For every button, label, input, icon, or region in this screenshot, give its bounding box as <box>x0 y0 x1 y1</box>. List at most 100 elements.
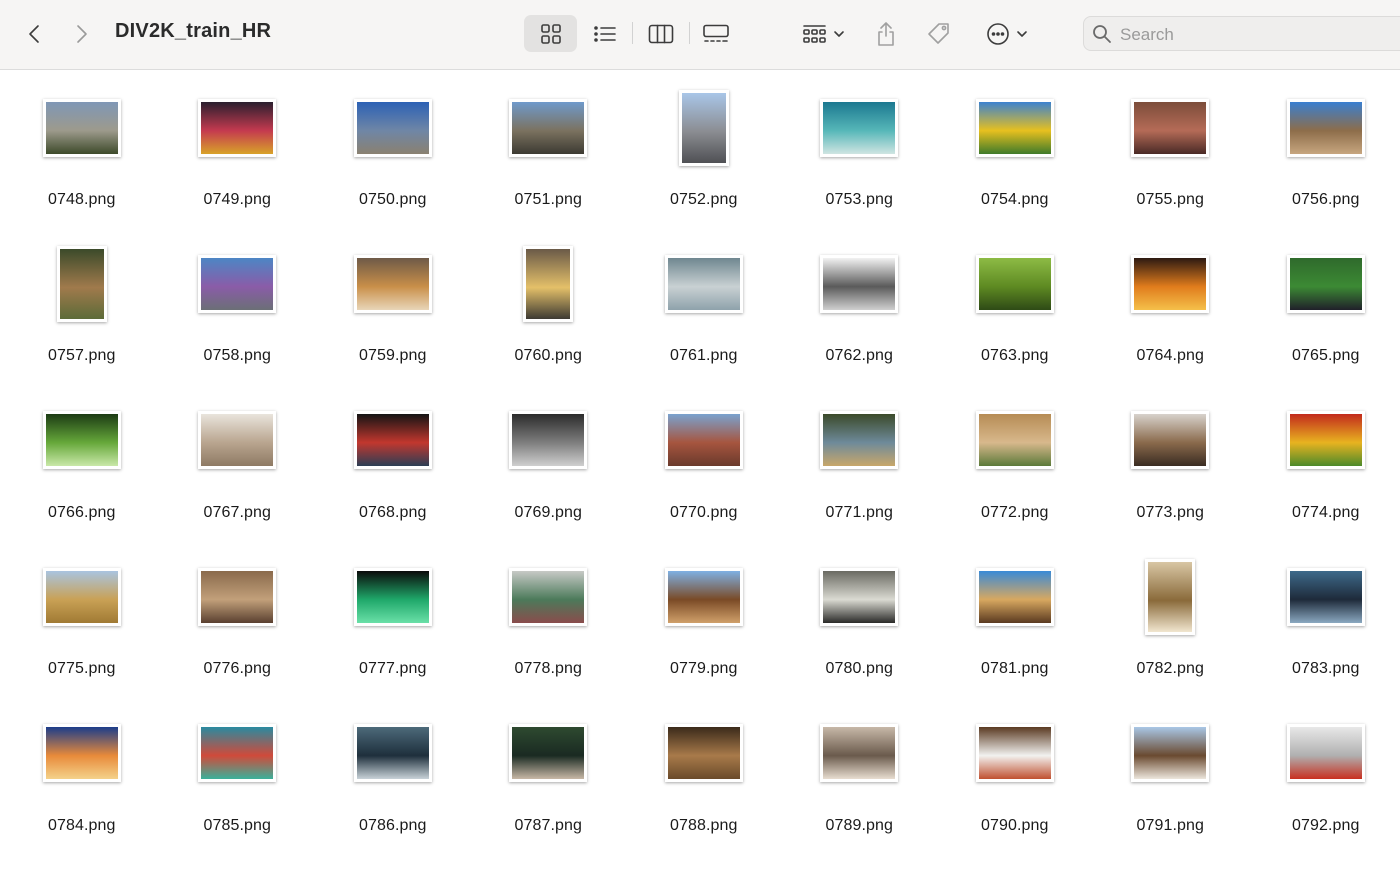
file-item[interactable]: 0757.png <box>4 226 160 382</box>
search-field[interactable] <box>1083 16 1400 52</box>
back-button[interactable] <box>18 18 50 50</box>
file-name-label[interactable]: 0758.png <box>203 347 271 365</box>
file-name-label[interactable]: 0773.png <box>1136 504 1204 522</box>
file-thumbnail[interactable] <box>1286 567 1365 626</box>
file-thumbnail[interactable] <box>1131 254 1210 313</box>
file-thumbnail[interactable] <box>1145 558 1196 635</box>
file-item[interactable]: 0786.png <box>315 696 471 852</box>
file-thumbnail[interactable] <box>509 98 588 157</box>
file-item[interactable]: 0790.png <box>937 696 1093 852</box>
file-item[interactable]: 0780.png <box>782 539 938 695</box>
forward-button[interactable] <box>66 18 98 50</box>
file-name-label[interactable]: 0762.png <box>825 347 893 365</box>
file-name-label[interactable]: 0790.png <box>981 817 1049 835</box>
file-item[interactable]: 0751.png <box>471 70 627 226</box>
file-thumbnail[interactable] <box>1286 98 1365 157</box>
file-name-label[interactable]: 0783.png <box>1292 660 1360 678</box>
file-item[interactable]: 0762.png <box>782 226 938 382</box>
file-name-label[interactable]: 0759.png <box>359 347 427 365</box>
file-name-label[interactable]: 0792.png <box>1292 817 1360 835</box>
file-name-label[interactable]: 0766.png <box>48 504 116 522</box>
file-name-label[interactable]: 0784.png <box>48 817 116 835</box>
file-thumbnail[interactable] <box>509 567 588 626</box>
file-thumbnail[interactable] <box>1131 724 1210 783</box>
file-name-label[interactable]: 0754.png <box>981 191 1049 209</box>
file-name-label[interactable]: 0775.png <box>48 660 116 678</box>
file-item[interactable]: 0776.png <box>160 539 316 695</box>
file-name-label[interactable]: 0770.png <box>670 504 738 522</box>
file-name-label[interactable]: 0769.png <box>514 504 582 522</box>
file-name-label[interactable]: 0786.png <box>359 817 427 835</box>
file-item[interactable]: 0759.png <box>315 226 471 382</box>
file-name-label[interactable]: 0763.png <box>981 347 1049 365</box>
file-item[interactable]: 0749.png <box>160 70 316 226</box>
file-thumbnail[interactable] <box>664 254 743 313</box>
file-thumbnail[interactable] <box>664 724 743 783</box>
file-thumbnail[interactable] <box>975 567 1054 626</box>
file-name-label[interactable]: 0751.png <box>514 191 582 209</box>
file-thumbnail[interactable] <box>975 724 1054 783</box>
file-item[interactable]: 0758.png <box>160 226 316 382</box>
file-name-label[interactable]: 0779.png <box>670 660 738 678</box>
file-thumbnail[interactable] <box>820 567 899 626</box>
file-item[interactable]: 0763.png <box>937 226 1093 382</box>
file-name-label[interactable]: 0764.png <box>1136 347 1204 365</box>
file-name-label[interactable]: 0782.png <box>1136 660 1204 678</box>
file-name-label[interactable]: 0787.png <box>514 817 582 835</box>
file-thumbnail[interactable] <box>1286 724 1365 783</box>
file-thumbnail[interactable] <box>820 254 899 313</box>
file-item[interactable]: 0778.png <box>471 539 627 695</box>
file-item[interactable]: 0748.png <box>4 70 160 226</box>
file-name-label[interactable]: 0752.png <box>670 191 738 209</box>
file-name-label[interactable]: 0767.png <box>203 504 271 522</box>
file-thumbnail[interactable] <box>198 724 277 783</box>
file-thumbnail[interactable] <box>42 98 121 157</box>
file-thumbnail[interactable] <box>678 89 729 166</box>
file-item[interactable]: 0750.png <box>315 70 471 226</box>
file-item[interactable]: 0768.png <box>315 383 471 539</box>
file-item[interactable]: 0756.png <box>1248 70 1400 226</box>
file-item[interactable]: 0769.png <box>471 383 627 539</box>
icon-view-button[interactable] <box>524 15 577 52</box>
file-name-label[interactable]: 0781.png <box>981 660 1049 678</box>
file-thumbnail[interactable] <box>975 98 1054 157</box>
file-thumbnail[interactable] <box>975 254 1054 313</box>
share-button[interactable] <box>870 15 902 52</box>
file-thumbnail[interactable] <box>509 724 588 783</box>
file-thumbnail[interactable] <box>42 724 121 783</box>
file-name-label[interactable]: 0780.png <box>825 660 893 678</box>
file-name-label[interactable]: 0760.png <box>514 347 582 365</box>
file-name-label[interactable]: 0756.png <box>1292 191 1360 209</box>
file-item[interactable]: 0777.png <box>315 539 471 695</box>
file-item[interactable]: 0784.png <box>4 696 160 852</box>
file-item[interactable]: 0792.png <box>1248 696 1400 852</box>
file-thumbnail[interactable] <box>353 98 432 157</box>
file-name-label[interactable]: 0785.png <box>203 817 271 835</box>
file-item[interactable]: 0766.png <box>4 383 160 539</box>
file-name-label[interactable]: 0757.png <box>48 347 116 365</box>
file-thumbnail[interactable] <box>42 411 121 470</box>
file-item[interactable]: 0787.png <box>471 696 627 852</box>
file-thumbnail[interactable] <box>1286 254 1365 313</box>
gallery-view-button[interactable] <box>694 15 738 52</box>
file-name-label[interactable]: 0788.png <box>670 817 738 835</box>
group-by-button[interactable] <box>793 15 853 52</box>
file-name-label[interactable]: 0778.png <box>514 660 582 678</box>
file-thumbnail[interactable] <box>198 567 277 626</box>
file-thumbnail[interactable] <box>975 411 1054 470</box>
file-thumbnail[interactable] <box>1131 98 1210 157</box>
file-item[interactable]: 0761.png <box>626 226 782 382</box>
file-name-label[interactable]: 0748.png <box>48 191 116 209</box>
file-name-label[interactable]: 0771.png <box>825 504 893 522</box>
file-item[interactable]: 0781.png <box>937 539 1093 695</box>
file-thumbnail[interactable] <box>509 411 588 470</box>
file-item[interactable]: 0782.png <box>1093 539 1249 695</box>
file-thumbnail[interactable] <box>820 411 899 470</box>
file-name-label[interactable]: 0749.png <box>203 191 271 209</box>
file-thumbnail[interactable] <box>353 724 432 783</box>
file-name-label[interactable]: 0791.png <box>1136 817 1204 835</box>
file-item[interactable]: 0785.png <box>160 696 316 852</box>
file-thumbnail[interactable] <box>42 567 121 626</box>
file-item[interactable]: 0779.png <box>626 539 782 695</box>
file-name-label[interactable]: 0753.png <box>825 191 893 209</box>
